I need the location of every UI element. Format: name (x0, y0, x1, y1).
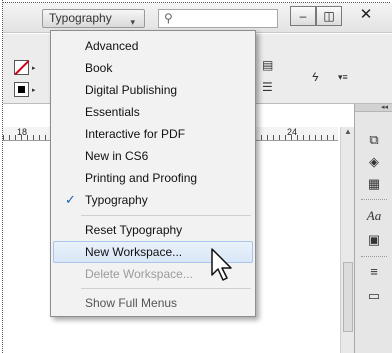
vertical-scrollbar[interactable]: ▲ (340, 127, 354, 353)
stroke-swatch[interactable] (14, 60, 29, 75)
align-top-icon[interactable]: ▤ (262, 58, 273, 72)
menu-item-book[interactable]: Book (53, 57, 253, 79)
workspace-switcher-button[interactable]: Typography ▾ (42, 9, 145, 28)
chevron-down-icon: ▾ (130, 17, 135, 27)
menu-item-label: Essentials (85, 105, 140, 119)
align-center-icon[interactable]: ☰ (262, 80, 273, 94)
menu-item-printing-and-proofing[interactable]: Printing and Proofing (53, 167, 253, 189)
paragraph-icon[interactable]: ▣ (365, 232, 383, 248)
close-button[interactable]: ✕ (350, 6, 382, 26)
pages-icon[interactable]: ⧉ (365, 132, 383, 148)
menu-item-typography[interactable]: ✓ Typography (53, 189, 253, 211)
swatches-icon[interactable]: ▦ (365, 176, 383, 192)
menu-item-label: Show Full Menus (85, 296, 178, 310)
menu-item-digital-publishing[interactable]: Digital Publishing (53, 79, 253, 101)
lightning-icon[interactable]: ϟ (312, 70, 318, 84)
menu-item-label: Interactive for PDF (85, 127, 186, 141)
panel-menu-icon[interactable]: ▾≡ (338, 72, 348, 83)
menu-item-label: Reset Typography (85, 223, 183, 237)
stroke-menu-arrow-icon[interactable]: ▸ (32, 64, 36, 72)
menu-item-show-full-menus[interactable]: Show Full Menus (53, 292, 253, 314)
menu-item-new-in-cs6[interactable]: New in CS6 (53, 145, 253, 167)
menu-item-advanced[interactable]: Advanced (53, 35, 253, 57)
dock-separator (361, 256, 387, 257)
menu-item-label: Delete Workspace... (85, 267, 193, 281)
menu-item-reset-typography[interactable]: Reset Typography (53, 219, 253, 241)
menu-item-label: New Workspace... (85, 245, 183, 259)
menu-item-label: Book (85, 61, 113, 75)
restore-button[interactable]: ◫ (316, 6, 342, 26)
menu-item-label: Advanced (85, 39, 139, 53)
fill-swatch[interactable] (14, 82, 29, 97)
layers-icon[interactable]: ◈ (365, 154, 383, 170)
stroke-icon[interactable]: ≡ (365, 264, 383, 280)
scroll-up-icon[interactable]: ▲ (344, 127, 352, 136)
minimize-button[interactable]: – (290, 6, 316, 26)
menu-item-label: Digital Publishing (85, 83, 178, 97)
menu-item-label: Printing and Proofing (85, 171, 198, 185)
scrollbar-thumb[interactable] (343, 262, 353, 332)
help-search-input[interactable]: ⚲ (158, 9, 278, 28)
menu-item-label: New in CS6 (85, 149, 149, 163)
panel-dock: ◂◂ ⧉ ◈ ▦ Aa ▣ ≡ ▭ (354, 104, 392, 353)
menu-item-essentials[interactable]: Essentials (53, 101, 253, 123)
dock-separator (361, 199, 387, 200)
menu-item-label: Typography (85, 193, 148, 207)
gradient-icon[interactable]: ▭ (365, 288, 383, 304)
workspace-switcher-label: Typography (49, 11, 112, 25)
menu-item-interactive-for-pdf[interactable]: Interactive for PDF (53, 123, 253, 145)
mouse-pointer-icon (211, 248, 232, 281)
search-icon: ⚲ (164, 11, 173, 25)
menu-separator (81, 288, 251, 289)
character-styles-icon[interactable]: Aa (365, 208, 383, 224)
menu-separator (81, 215, 251, 216)
checkmark-icon: ✓ (65, 192, 76, 207)
fill-menu-arrow-icon[interactable]: ▸ (32, 86, 36, 94)
dock-collapse-button[interactable]: ◂◂ (355, 104, 392, 112)
